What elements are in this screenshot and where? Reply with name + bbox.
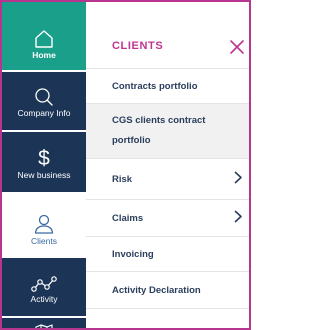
home-icon: [33, 28, 55, 50]
nav-item-activity[interactable]: Activity: [2, 258, 86, 316]
menu-item-label-line2: portfolio: [112, 135, 151, 146]
search-icon: [33, 86, 55, 108]
nav-item-home[interactable]: Home: [2, 2, 86, 70]
nav-item-company-info[interactable]: Company Info: [2, 72, 86, 130]
nav-item-map[interactable]: [2, 318, 86, 328]
menu-item-label: Activity Declaration: [112, 284, 201, 296]
menu-divider: [86, 308, 249, 309]
panel-header: CLIENTS: [86, 2, 249, 68]
nav-label-new-business: New business: [17, 170, 71, 180]
panel-title: CLIENTS: [112, 40, 164, 52]
menu-item-contracts-portfolio[interactable]: Contracts portfolio: [86, 69, 249, 103]
nav-label-company-info: Company Info: [17, 108, 71, 118]
menu-item-label: Risk: [112, 173, 133, 185]
nav-item-clients[interactable]: Clients: [2, 192, 86, 258]
menu-item-invoicing[interactable]: Invoicing: [86, 237, 249, 271]
dollar-icon: $: [38, 147, 50, 170]
menu-item-label: Invoicing: [112, 248, 154, 260]
menu-item-cgs-clients-contract-portfolio[interactable]: CGS clients contract portfolio: [86, 104, 249, 158]
map-icon: [34, 324, 54, 328]
chevron-right-icon: [233, 171, 243, 188]
menu-item-label: Claims: [112, 212, 144, 224]
menu-item-activity-declaration[interactable]: Activity Declaration: [86, 272, 249, 308]
activity-graph-icon: [30, 274, 58, 294]
nav-label-activity: Activity: [30, 294, 58, 304]
app-frame: Home Company Info $ New business Clients…: [0, 0, 251, 330]
menu-item-label: CGS clients contract portfolio: [112, 111, 205, 151]
nav-label-home: Home: [32, 50, 56, 60]
close-icon[interactable]: [227, 37, 247, 57]
nav-label-clients: Clients: [31, 236, 57, 246]
menu-item-label: Contracts portfolio: [112, 80, 198, 92]
nav-item-new-business[interactable]: $ New business: [2, 132, 86, 192]
menu-item-risk[interactable]: Risk: [86, 159, 249, 199]
clients-menu-panel: CLIENTS Contracts portfolio CGS clients …: [86, 2, 249, 328]
menu-item-label-line1: CGS clients contract: [112, 115, 206, 126]
chevron-right-icon: [233, 210, 243, 227]
menu-item-claims[interactable]: Claims: [86, 200, 249, 236]
user-icon: [32, 212, 56, 236]
side-nav: Home Company Info $ New business Clients…: [2, 2, 86, 328]
